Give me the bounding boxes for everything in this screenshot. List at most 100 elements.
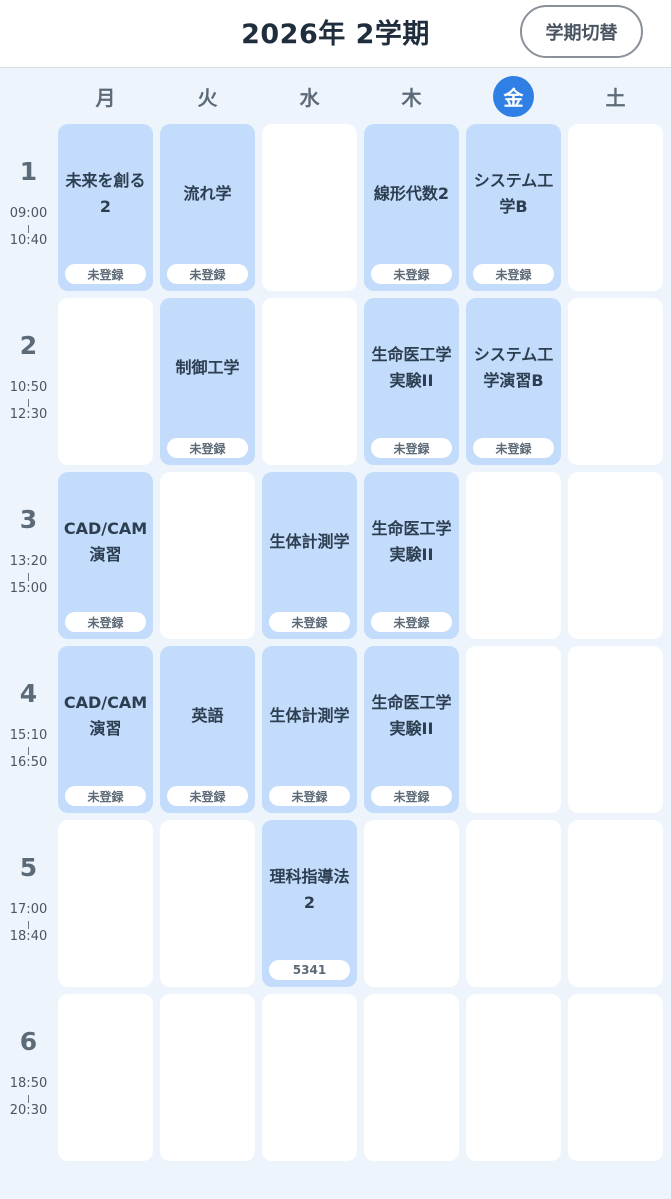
empty-cell[interactable] (262, 124, 357, 291)
course-name: 未来を創る2 (65, 171, 146, 216)
course-name: 線形代数2 (373, 184, 450, 204)
period-start-time: 13:20 (9, 554, 48, 569)
weekday-label: 火 (197, 85, 218, 110)
period-number: 5 (19, 853, 38, 882)
empty-cell[interactable] (58, 298, 153, 465)
course-name: システム工学B (473, 171, 554, 216)
empty-cell[interactable] (160, 472, 255, 639)
weekday-3: 木 (364, 76, 459, 116)
empty-cell[interactable] (568, 994, 663, 1161)
period-number: 1 (19, 157, 38, 186)
course-cell[interactable]: 生体計測学 未登録 (262, 646, 357, 813)
empty-cell[interactable] (568, 124, 663, 291)
period-start-time: 15:10 (9, 728, 48, 743)
status-badge: 未登録 (167, 786, 248, 806)
course-name: 理科指導法2 (269, 867, 350, 912)
period-number: 3 (19, 505, 38, 534)
empty-cell[interactable] (466, 820, 561, 987)
course-cell[interactable]: システム工学B 未登録 (466, 124, 561, 291)
period-end-time: 16:50 (9, 755, 48, 770)
time-separator (28, 747, 29, 755)
empty-cell[interactable] (262, 994, 357, 1161)
status-badge: 未登録 (371, 438, 452, 458)
empty-cell[interactable] (466, 646, 561, 813)
status-badge: 未登録 (269, 786, 350, 806)
status-badge: 5341 (269, 960, 350, 980)
empty-cell[interactable] (466, 994, 561, 1161)
period-end-time: 15:00 (9, 581, 48, 596)
status-badge: 未登録 (65, 264, 146, 284)
course-cell[interactable]: 英語 未登録 (160, 646, 255, 813)
time-separator (28, 399, 29, 407)
course-name: 制御工学 (175, 358, 240, 378)
course-cell[interactable]: CAD/CAM演習未登録 (58, 646, 153, 813)
course-name: CAD/CAM演習 (63, 693, 148, 738)
course-cell[interactable]: 制御工学 未登録 (160, 298, 255, 465)
empty-cell[interactable] (568, 298, 663, 465)
course-cell[interactable]: システム工学演習B 未登録 (466, 298, 561, 465)
status-badge: 未登録 (167, 438, 248, 458)
empty-cell[interactable] (568, 820, 663, 987)
weekday-4: 金 (466, 75, 561, 117)
course-name: 生命医工学実験II (371, 345, 452, 390)
term-switch-button[interactable]: 学期切替 (520, 5, 643, 58)
status-badge: 未登録 (473, 264, 554, 284)
status-badge: 未登録 (269, 612, 350, 632)
empty-cell[interactable] (466, 472, 561, 639)
course-cell[interactable]: 未来を創る2 未登録 (58, 124, 153, 291)
weekday-label: 月 (95, 85, 116, 110)
course-cell[interactable]: 生命医工学実験II 未登録 (364, 646, 459, 813)
weekday-label: 木 (401, 85, 422, 110)
weekday-label: 水 (299, 85, 320, 110)
weekday-5: 土 (568, 76, 663, 116)
period-start-time: 10:50 (9, 380, 48, 395)
status-badge: 未登録 (65, 612, 146, 632)
empty-cell[interactable] (160, 820, 255, 987)
course-cell[interactable]: 理科指導法2 5341 (262, 820, 357, 987)
period-end-time: 18:40 (9, 929, 48, 944)
course-cell[interactable]: 生体計測学 未登録 (262, 472, 357, 639)
course-cell[interactable]: 生命医工学実験II 未登録 (364, 298, 459, 465)
empty-cell[interactable] (364, 994, 459, 1161)
course-name: 生命医工学実験II (371, 693, 452, 738)
course-cell[interactable]: 線形代数2 未登録 (364, 124, 459, 291)
empty-cell[interactable] (568, 472, 663, 639)
empty-cell[interactable] (160, 994, 255, 1161)
period-end-time: 20:30 (9, 1103, 48, 1118)
period-number: 6 (19, 1027, 38, 1056)
course-cell[interactable]: 流れ学 未登録 (160, 124, 255, 291)
period-end-time: 10:40 (9, 233, 48, 248)
empty-cell[interactable] (58, 994, 153, 1161)
course-name: 生体計測学 (269, 532, 350, 552)
period-start-time: 18:50 (9, 1076, 48, 1091)
weekday-label: 金 (493, 75, 534, 117)
time-separator (28, 573, 29, 581)
status-badge: 未登録 (371, 264, 452, 284)
time-separator (28, 225, 29, 233)
weekday-label: 土 (605, 85, 626, 110)
course-cell[interactable]: CAD/CAM演習 未登録 (58, 472, 153, 639)
course-name: 生命医工学実験II (371, 519, 452, 564)
course-name: システム工学演習B (473, 345, 554, 390)
course-name: 流れ学 (183, 184, 232, 204)
empty-cell[interactable] (58, 820, 153, 987)
status-badge: 未登録 (167, 264, 248, 284)
status-badge: 未登録 (65, 786, 146, 806)
empty-cell[interactable] (262, 298, 357, 465)
empty-cell[interactable] (568, 646, 663, 813)
period-end-time: 12:30 (9, 407, 48, 422)
period-number: 2 (19, 331, 38, 360)
course-name: 英語 (191, 706, 224, 726)
status-badge: 未登録 (371, 612, 452, 632)
weekday-2: 水 (262, 76, 357, 116)
weekday-1: 火 (160, 76, 255, 116)
course-name: 生体計測学 (269, 706, 350, 726)
period-number: 4 (19, 679, 38, 708)
time-separator (28, 1095, 29, 1103)
empty-cell[interactable] (364, 820, 459, 987)
status-badge: 未登録 (473, 438, 554, 458)
status-badge: 未登録 (371, 786, 452, 806)
period-start-time: 09:00 (9, 206, 48, 221)
time-separator (28, 921, 29, 929)
course-cell[interactable]: 生命医工学実験II 未登録 (364, 472, 459, 639)
